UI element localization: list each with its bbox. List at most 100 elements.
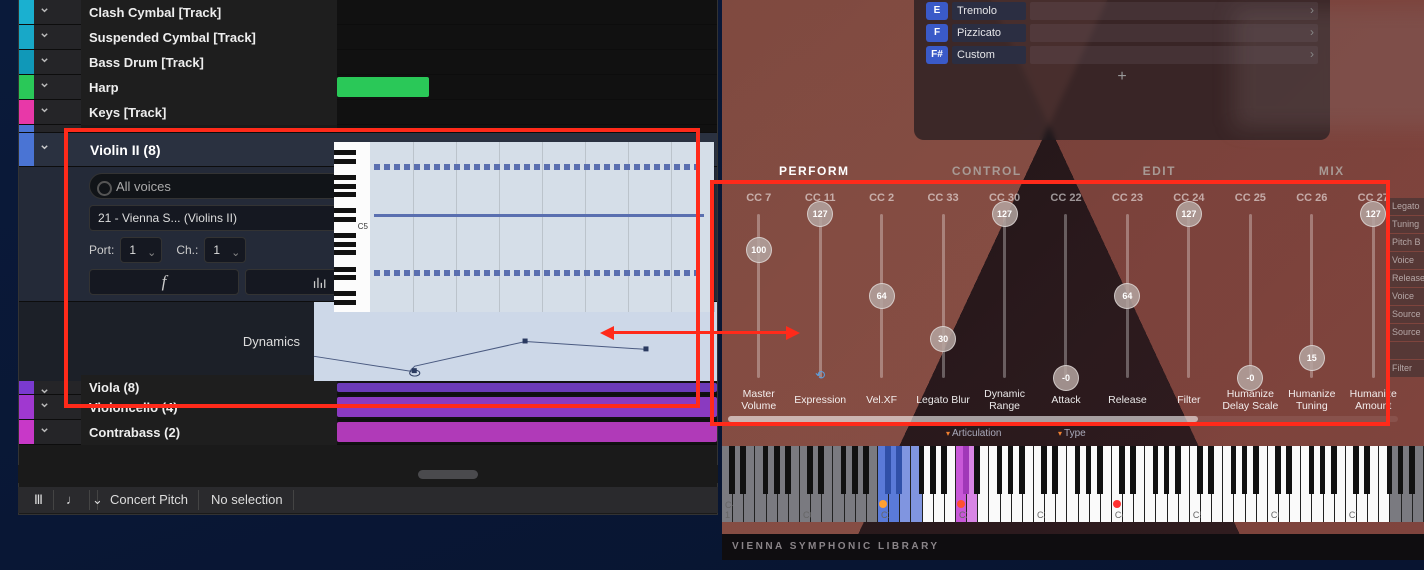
piano-key[interactable] xyxy=(911,446,922,522)
piano-key[interactable]: C2 xyxy=(956,446,967,522)
piano-key[interactable] xyxy=(1067,446,1078,522)
piano-black-key[interactable] xyxy=(974,446,980,494)
cc-slider[interactable]: CC 33 30 Legato Blur xyxy=(912,192,973,414)
track-row[interactable]: Harp xyxy=(19,75,717,100)
cc-slider[interactable]: CC 24 127 Filter xyxy=(1158,192,1219,414)
piano-black-key[interactable] xyxy=(1253,446,1259,494)
cc-slider[interactable]: CC 25 -0 Humanize Delay Scale xyxy=(1220,192,1281,414)
slider-knob[interactable]: 30 xyxy=(930,326,956,352)
side-tab[interactable]: Pitch B xyxy=(1388,234,1424,251)
piano-key[interactable] xyxy=(1145,446,1156,522)
side-tab[interactable]: Voice xyxy=(1388,252,1424,269)
dynamics-lane[interactable]: Dynamics xyxy=(19,301,717,381)
piano-key[interactable] xyxy=(755,446,766,522)
expand-icon[interactable] xyxy=(34,125,54,132)
daw-hscroll[interactable] xyxy=(18,465,718,483)
grid-snap-button[interactable]: Ⅲ xyxy=(24,490,54,510)
piano-black-key[interactable] xyxy=(785,446,791,494)
side-tab[interactable]: Legato xyxy=(1388,198,1424,215)
track-row[interactable]: Contrabass (2) xyxy=(19,420,717,445)
track-row[interactable] xyxy=(19,125,717,133)
cc-hscroll[interactable] xyxy=(728,416,1398,422)
piano-key[interactable]: C0 xyxy=(800,446,811,522)
tab-control[interactable]: CONTROL xyxy=(901,164,1074,186)
cc-slider[interactable]: CC 26 15 Humanize Tuning xyxy=(1281,192,1342,414)
side-tab[interactable]: Filter xyxy=(1388,360,1424,377)
articulation-row[interactable]: FPizzicato xyxy=(926,22,1318,43)
piano-black-key[interactable] xyxy=(1119,446,1125,494)
piano-black-key[interactable] xyxy=(1197,446,1203,494)
piano-black-key[interactable] xyxy=(919,446,925,494)
port-select[interactable]: 1 xyxy=(120,237,162,263)
piano-key[interactable] xyxy=(989,446,1000,522)
piano-black-key[interactable] xyxy=(729,446,735,494)
cc-slider[interactable]: CC 30 127 Dynamic Range xyxy=(974,192,1035,414)
expand-icon[interactable] xyxy=(34,100,54,124)
piano-black-key[interactable] xyxy=(841,446,847,494)
piano-key[interactable]: C1 xyxy=(878,446,889,522)
piano-black-key[interactable] xyxy=(1019,446,1025,494)
piano-black-key[interactable] xyxy=(1075,446,1081,494)
piano-black-key[interactable] xyxy=(1130,446,1136,494)
piano-key[interactable]: C5 xyxy=(1190,446,1201,522)
piano-black-key[interactable] xyxy=(1242,446,1248,494)
piano-black-key[interactable] xyxy=(885,446,891,494)
piano-black-key[interactable] xyxy=(963,446,969,494)
side-tab[interactable]: Source xyxy=(1388,306,1424,323)
piano-black-key[interactable] xyxy=(1353,446,1359,494)
track-row[interactable]: Suspended Cymbal [Track] xyxy=(19,25,717,50)
collapse-icon[interactable] xyxy=(34,137,54,162)
piano-key[interactable]: C7 xyxy=(1346,446,1357,522)
articulation-row[interactable]: F#Custom xyxy=(926,44,1318,65)
piano-black-key[interactable] xyxy=(1275,446,1281,494)
piano-black-key[interactable] xyxy=(1153,446,1159,494)
piano-key[interactable] xyxy=(1301,446,1312,522)
cc-slider[interactable]: CC 7 100 Master Volume xyxy=(728,192,789,414)
slider-knob[interactable]: 15 xyxy=(1299,345,1325,371)
expand-icon[interactable] xyxy=(34,395,54,419)
piano-black-key[interactable] xyxy=(941,446,947,494)
piano-roll[interactable]: C5 xyxy=(334,142,714,312)
slider-knob[interactable]: 127 xyxy=(992,201,1018,227)
piano-black-key[interactable] xyxy=(740,446,746,494)
piano-black-key[interactable] xyxy=(1041,446,1047,494)
tab-edit[interactable]: EDIT xyxy=(1073,164,1246,186)
piano-black-key[interactable] xyxy=(1320,446,1326,494)
tab-perform[interactable]: PERFORM xyxy=(728,164,901,186)
track-row[interactable]: Bass Drum [Track] xyxy=(19,50,717,75)
track-row[interactable]: Viola (8) xyxy=(19,381,717,395)
note-value-button[interactable]: ♩ xyxy=(56,490,90,510)
side-tab[interactable] xyxy=(1388,342,1424,359)
slider-knob[interactable]: 64 xyxy=(869,283,895,309)
channel-select[interactable]: 1 xyxy=(204,237,246,263)
virtual-keyboard[interactable]: C-1 C0 C1 C2 C3 C4 C5 C6 C7 xyxy=(722,446,1424,522)
expand-icon[interactable] xyxy=(34,50,54,74)
expand-icon[interactable] xyxy=(34,0,54,24)
slider-knob[interactable]: 127 xyxy=(1360,201,1386,227)
expand-icon[interactable] xyxy=(34,25,54,49)
side-tab[interactable]: Voice xyxy=(1388,288,1424,305)
piano-black-key[interactable] xyxy=(1331,446,1337,494)
piano-key[interactable]: C4 xyxy=(1112,446,1123,522)
piano-key[interactable] xyxy=(1379,446,1390,522)
side-tab[interactable]: Release xyxy=(1388,270,1424,287)
piano-key[interactable] xyxy=(1223,446,1234,522)
piano-black-key[interactable] xyxy=(1052,446,1058,494)
side-tab[interactable]: Tuning xyxy=(1388,216,1424,233)
tab-mix[interactable]: MIX xyxy=(1246,164,1419,186)
piano-key[interactable]: C3 xyxy=(1034,446,1045,522)
piano-black-key[interactable] xyxy=(774,446,780,494)
piano-black-key[interactable] xyxy=(1231,446,1237,494)
piano-black-key[interactable] xyxy=(818,446,824,494)
cc-slider[interactable]: CC 2 64 Vel.XF xyxy=(851,192,912,414)
piano-key[interactable]: C-1 xyxy=(722,446,733,522)
piano-black-key[interactable] xyxy=(1364,446,1370,494)
cc-slider[interactable]: CC 11 127 ⟲ Expression xyxy=(789,192,850,414)
piano-black-key[interactable] xyxy=(1398,446,1404,494)
piano-key[interactable]: C6 xyxy=(1268,446,1279,522)
track-row[interactable]: Clash Cymbal [Track] xyxy=(19,0,717,25)
piano-black-key[interactable] xyxy=(930,446,936,494)
piano-black-key[interactable] xyxy=(1208,446,1214,494)
piano-black-key[interactable] xyxy=(896,446,902,494)
refresh-icon[interactable]: ⟲ xyxy=(815,368,825,382)
